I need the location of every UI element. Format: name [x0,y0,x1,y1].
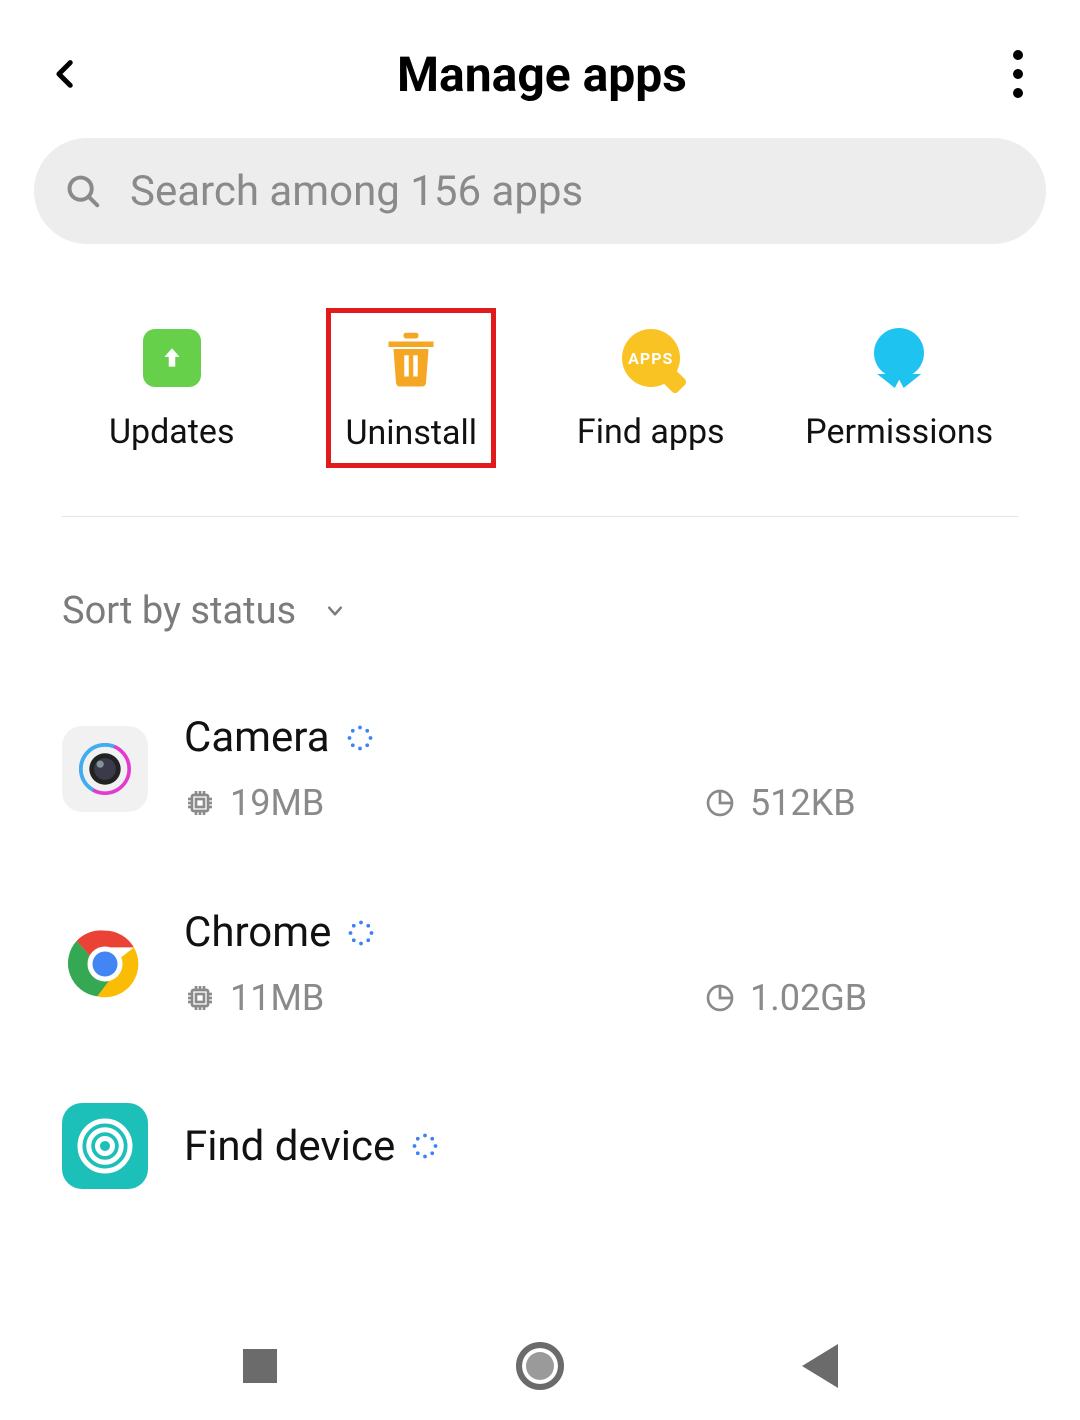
app-row[interactable]: Find device [62,1061,1018,1189]
app-row[interactable]: Camera 19MB 512KB [62,671,1018,866]
search-icon [64,172,102,210]
find-apps-action[interactable]: APPS Find apps [566,328,736,468]
more-dot-icon [1013,88,1023,98]
page-title: Manage apps [397,46,687,103]
more-options-button[interactable] [996,44,1040,104]
running-indicator-icon [347,919,375,947]
updates-action[interactable]: Updates [87,328,257,468]
nav-back-button[interactable] [790,1336,850,1396]
app-name: Chrome [184,908,331,957]
permissions-action[interactable]: Permissions [805,328,993,468]
app-storage: 1.02GB [750,977,867,1019]
running-indicator-icon [411,1132,439,1160]
uninstall-action[interactable]: Uninstall [326,308,496,468]
triangle-left-icon [802,1344,838,1388]
app-body: Camera 19MB 512KB [184,713,1018,824]
app-name: Camera [184,713,330,762]
app-row[interactable]: Chrome 11MB 1.02GB [62,866,1018,1061]
app-body: Chrome 11MB 1.02GB [184,908,1018,1019]
app-icon-camera [62,726,148,812]
chevron-left-icon [49,52,83,96]
search-input[interactable]: Search among 156 apps [34,138,1046,244]
chevron-down-icon [320,601,350,621]
app-body: Find device [184,1122,1018,1171]
nav-home-button[interactable] [510,1336,570,1396]
app-icon-chrome [62,921,148,1007]
memory-chip-icon [184,787,216,819]
trash-icon [381,329,441,389]
sort-label: Sort by status [62,589,296,633]
system-nav-bar [0,1310,1080,1420]
sort-dropdown[interactable]: Sort by status [0,517,1080,671]
app-list: Camera 19MB 512KB [0,671,1080,1310]
app-memory: 19MB [230,782,324,824]
more-dot-icon [1013,69,1023,79]
header: Manage apps [0,0,1080,138]
permissions-icon [869,328,929,388]
app-name: Find device [184,1122,395,1171]
magnifier-apps-icon: APPS [621,328,681,388]
search-placeholder: Search among 156 apps [130,167,583,216]
more-dot-icon [1013,50,1023,60]
updates-label: Updates [109,412,235,452]
app-icon-find-device [62,1103,148,1189]
storage-pie-icon [704,787,736,819]
updates-icon [142,328,202,388]
square-icon [243,1349,277,1383]
app-memory: 11MB [230,977,324,1019]
permissions-label: Permissions [805,412,993,452]
circle-icon [516,1342,564,1390]
action-row: Updates Uninstall APPS Find apps [0,244,1080,516]
running-indicator-icon [346,724,374,752]
search-container: Search among 156 apps [0,138,1080,244]
storage-pie-icon [704,982,736,1014]
memory-chip-icon [184,982,216,1014]
nav-recents-button[interactable] [230,1336,290,1396]
uninstall-label: Uninstall [345,413,477,453]
find-apps-label: Find apps [577,412,725,452]
app-storage: 512KB [750,782,856,824]
back-button[interactable] [44,52,88,96]
